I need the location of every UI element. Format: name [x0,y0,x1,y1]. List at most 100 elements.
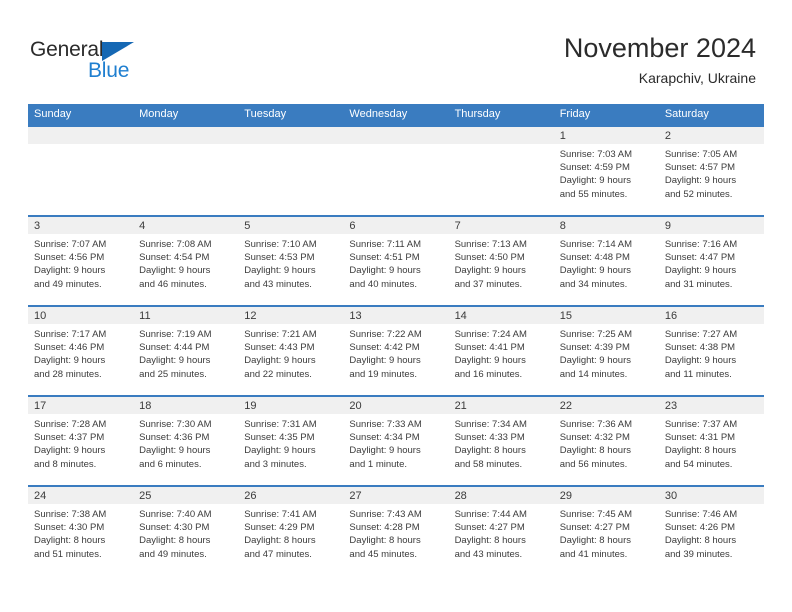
day-cell[interactable]: 10 Sunrise: 7:17 AM Sunset: 4:46 PM Dayl… [28,305,134,395]
day-number: 28 [448,487,554,504]
sunrise-text: Sunrise: 7:11 AM [349,239,422,250]
day-cell[interactable]: 24 Sunrise: 7:38 AM Sunset: 4:30 PM Dayl… [28,485,134,575]
day-details [28,144,133,148]
daylight-text-line2: and 49 minutes. [34,278,102,290]
day-details: Sunrise: 7:28 AM Sunset: 4:37 PM Dayligh… [28,414,133,471]
sunrise-text: Sunrise: 7:33 AM [349,419,422,430]
day-cell[interactable]: 13 Sunrise: 7:22 AM Sunset: 4:42 PM Dayl… [343,305,449,395]
page-subtitle: Karapchiv, Ukraine [638,70,756,86]
day-number: 1 [553,127,659,144]
day-cell[interactable]: 30 Sunrise: 7:46 AM Sunset: 4:26 PM Dayl… [658,485,764,575]
day-cell[interactable] [343,125,449,215]
daylight-text-line1: Daylight: 9 hours [139,445,211,457]
sunset-text: Sunset: 4:30 PM [34,522,105,534]
day-cell[interactable]: 14 Sunrise: 7:24 AM Sunset: 4:41 PM Dayl… [448,305,554,395]
sunset-text: Sunset: 4:57 PM [664,162,736,174]
sunrise-text: Sunrise: 7:13 AM [454,239,527,250]
title-block: November 2024 Karapchiv, Ukraine [564,32,756,87]
day-cell[interactable]: 12 Sunrise: 7:21 AM Sunset: 4:43 PM Dayl… [238,305,344,395]
sunrise-text: Sunrise: 7:31 AM [244,419,317,430]
day-number: 25 [133,487,239,504]
day-cell[interactable]: 7 Sunrise: 7:13 AM Sunset: 4:50 PM Dayli… [448,215,554,305]
sunrise-text: Sunrise: 7:14 AM [559,239,633,250]
daylight-text-line1: Daylight: 8 hours [454,535,526,547]
weekday-header-monday: Monday [139,108,179,120]
day-cell[interactable]: 22 Sunrise: 7:36 AM Sunset: 4:32 PM Dayl… [553,395,659,485]
sunrise-text: Sunrise: 7:38 AM [34,509,107,520]
sunrise-text: Sunrise: 7:24 AM [454,329,527,340]
day-details: Sunrise: 7:25 AM Sunset: 4:39 PM Dayligh… [554,324,659,381]
daylight-text-line2: and 39 minutes. [664,548,733,560]
sunset-text: Sunset: 4:48 PM [559,252,630,264]
day-cell[interactable]: 15 Sunrise: 7:25 AM Sunset: 4:39 PM Dayl… [553,305,659,395]
sunset-text: Sunset: 4:41 PM [454,342,525,354]
day-cell[interactable]: 25 Sunrise: 7:40 AM Sunset: 4:30 PM Dayl… [133,485,239,575]
weekday-header-row: Sunday Monday Tuesday Wednesday Thursday… [28,104,764,125]
week-row: 1 Sunrise: 7:03 AM Sunset: 4:59 PM Dayli… [28,125,764,215]
sunset-text: Sunset: 4:47 PM [664,252,736,264]
day-number [343,127,449,144]
day-number: 29 [553,487,659,504]
daylight-text-line1: Daylight: 9 hours [139,355,211,367]
sunset-text: Sunset: 4:44 PM [139,342,210,354]
day-cell[interactable]: 20 Sunrise: 7:33 AM Sunset: 4:34 PM Dayl… [343,395,449,485]
weekday-header-tuesday: Tuesday [244,108,287,120]
sunset-text: Sunset: 4:38 PM [664,342,736,354]
daylight-text-line2: and 37 minutes. [454,278,523,290]
day-cell[interactable]: 6 Sunrise: 7:11 AM Sunset: 4:51 PM Dayli… [343,215,449,305]
day-cell[interactable]: 5 Sunrise: 7:10 AM Sunset: 4:53 PM Dayli… [238,215,344,305]
day-cell[interactable]: 4 Sunrise: 7:08 AM Sunset: 4:54 PM Dayli… [133,215,239,305]
day-cell[interactable]: 19 Sunrise: 7:31 AM Sunset: 4:35 PM Dayl… [238,395,344,485]
week-row: 10 Sunrise: 7:17 AM Sunset: 4:46 PM Dayl… [28,305,764,395]
day-details: Sunrise: 7:31 AM Sunset: 4:35 PM Dayligh… [238,414,343,471]
calendar-grid: Sunday Monday Tuesday Wednesday Thursday… [28,104,764,575]
day-cell[interactable]: 3 Sunrise: 7:07 AM Sunset: 4:56 PM Dayli… [28,215,134,305]
daylight-text-line2: and 54 minutes. [664,458,733,470]
day-number: 12 [238,307,344,324]
week-row: 3 Sunrise: 7:07 AM Sunset: 4:56 PM Dayli… [28,215,764,305]
day-cell[interactable]: 1 Sunrise: 7:03 AM Sunset: 4:59 PM Dayli… [553,125,659,215]
day-details: Sunrise: 7:07 AM Sunset: 4:56 PM Dayligh… [28,234,133,291]
weekday-header-saturday: Saturday [664,108,709,120]
day-details: Sunrise: 7:38 AM Sunset: 4:30 PM Dayligh… [28,504,133,561]
day-cell[interactable]: 2 Sunrise: 7:05 AM Sunset: 4:57 PM Dayli… [658,125,764,215]
day-cell[interactable] [133,125,239,215]
daylight-text-line2: and 43 minutes. [244,278,312,290]
sunset-text: Sunset: 4:54 PM [139,252,210,264]
day-cell[interactable]: 29 Sunrise: 7:45 AM Sunset: 4:27 PM Dayl… [553,485,659,575]
day-cell[interactable]: 16 Sunrise: 7:27 AM Sunset: 4:38 PM Dayl… [658,305,764,395]
daylight-text-line1: Daylight: 9 hours [34,445,106,457]
day-cell[interactable]: 21 Sunrise: 7:34 AM Sunset: 4:33 PM Dayl… [448,395,554,485]
daylight-text-line2: and 25 minutes. [139,368,207,380]
sunrise-text: Sunrise: 7:21 AM [244,329,317,340]
day-cell[interactable]: 17 Sunrise: 7:28 AM Sunset: 4:37 PM Dayl… [28,395,134,485]
day-cell[interactable]: 26 Sunrise: 7:41 AM Sunset: 4:29 PM Dayl… [238,485,344,575]
sunrise-text: Sunrise: 7:07 AM [34,239,107,250]
day-number [28,127,134,144]
sunrise-text: Sunrise: 7:36 AM [559,419,633,430]
weekday-header-sunday: Sunday [34,108,72,120]
day-cell[interactable]: 8 Sunrise: 7:14 AM Sunset: 4:48 PM Dayli… [553,215,659,305]
day-number: 11 [133,307,239,324]
day-cell[interactable]: 28 Sunrise: 7:44 AM Sunset: 4:27 PM Dayl… [448,485,554,575]
day-cell[interactable]: 11 Sunrise: 7:19 AM Sunset: 4:44 PM Dayl… [133,305,239,395]
daylight-text-line2: and 28 minutes. [34,368,102,380]
brand-logo[interactable]: General Blue [30,38,160,86]
day-cell[interactable] [28,125,134,215]
daylight-text-line2: and 8 minutes. [34,458,97,470]
day-cell[interactable]: 18 Sunrise: 7:30 AM Sunset: 4:36 PM Dayl… [133,395,239,485]
day-details: Sunrise: 7:27 AM Sunset: 4:38 PM Dayligh… [659,324,764,381]
day-number: 14 [448,307,554,324]
day-number [133,127,239,144]
day-cell[interactable] [238,125,344,215]
day-cell[interactable]: 9 Sunrise: 7:16 AM Sunset: 4:47 PM Dayli… [658,215,764,305]
daylight-text-line2: and 1 minute. [349,458,407,470]
daylight-text-line2: and 49 minutes. [139,548,207,560]
sunrise-text: Sunrise: 7:44 AM [454,509,527,520]
day-cell[interactable] [448,125,554,215]
sunrise-text: Sunrise: 7:25 AM [559,329,633,340]
day-cell[interactable]: 27 Sunrise: 7:43 AM Sunset: 4:28 PM Dayl… [343,485,449,575]
daylight-text-line1: Daylight: 9 hours [664,175,737,187]
day-cell[interactable]: 23 Sunrise: 7:37 AM Sunset: 4:31 PM Dayl… [658,395,764,485]
day-details: Sunrise: 7:43 AM Sunset: 4:28 PM Dayligh… [343,504,448,561]
